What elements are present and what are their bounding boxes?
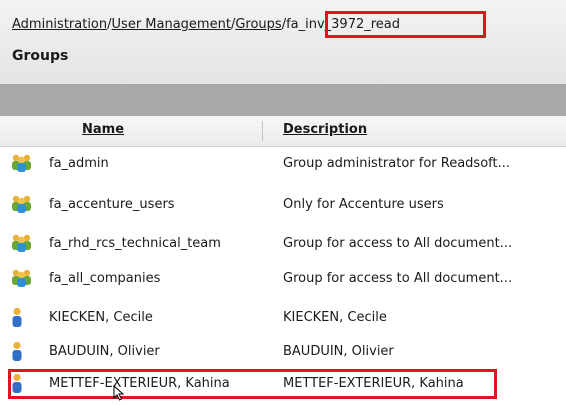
- row-name: BAUDUIN, Olivier: [49, 344, 160, 359]
- user-icon: [10, 341, 34, 361]
- group-icon: [10, 268, 34, 288]
- column-header-name[interactable]: Name: [82, 122, 124, 137]
- row-name: KIECKEN, Cecile: [49, 310, 153, 325]
- table-row[interactable]: KIECKEN, Cecile KIECKEN, Cecile: [0, 301, 566, 335]
- page-header: Administration/User Management/Groups/fa…: [0, 0, 566, 84]
- row-name: fa_all_companies: [49, 271, 161, 286]
- breadcrumb-link-user-management[interactable]: User Management: [112, 17, 231, 32]
- row-name: fa_admin: [49, 156, 109, 171]
- selected-row-highlight-box: [8, 369, 497, 399]
- table-row[interactable]: fa_all_companies Group for access to All…: [0, 262, 566, 296]
- table-header: Name Description: [0, 116, 566, 147]
- table-row[interactable]: fa_admin Group administrator for Readsof…: [0, 147, 566, 181]
- table-row[interactable]: fa_accenture_users Only for Accenture us…: [0, 188, 566, 222]
- table-row[interactable]: fa_rhd_rcs_technical_team Group for acce…: [0, 227, 566, 261]
- user-icon: [10, 307, 34, 327]
- row-name: fa_accenture_users: [49, 197, 175, 212]
- row-description: KIECKEN, Cecile: [283, 310, 387, 325]
- row-description: Only for Accenture users: [283, 197, 444, 212]
- table-row[interactable]: BAUDUIN, Olivier BAUDUIN, Olivier: [0, 335, 566, 369]
- column-header-description[interactable]: Description: [283, 122, 367, 137]
- row-name: fa_rhd_rcs_technical_team: [49, 236, 221, 251]
- row-description: BAUDUIN, Olivier: [283, 344, 394, 359]
- group-icon: [10, 233, 34, 253]
- mouse-cursor-icon: [113, 384, 125, 401]
- group-icon: [10, 194, 34, 214]
- row-description: Group for access to All document...: [283, 236, 513, 251]
- row-description: Group administrator for Readsoft...: [283, 156, 511, 171]
- toolbar-band: [0, 84, 566, 116]
- breadcrumb-link-groups[interactable]: Groups: [235, 17, 281, 32]
- group-icon: [10, 153, 34, 173]
- column-divider[interactable]: [262, 121, 263, 141]
- breadcrumb-link-administration[interactable]: Administration: [12, 17, 107, 32]
- row-description: Group for access to All document...: [283, 271, 513, 286]
- breadcrumb-highlight-box: [325, 11, 486, 38]
- page-title: Groups: [12, 48, 69, 64]
